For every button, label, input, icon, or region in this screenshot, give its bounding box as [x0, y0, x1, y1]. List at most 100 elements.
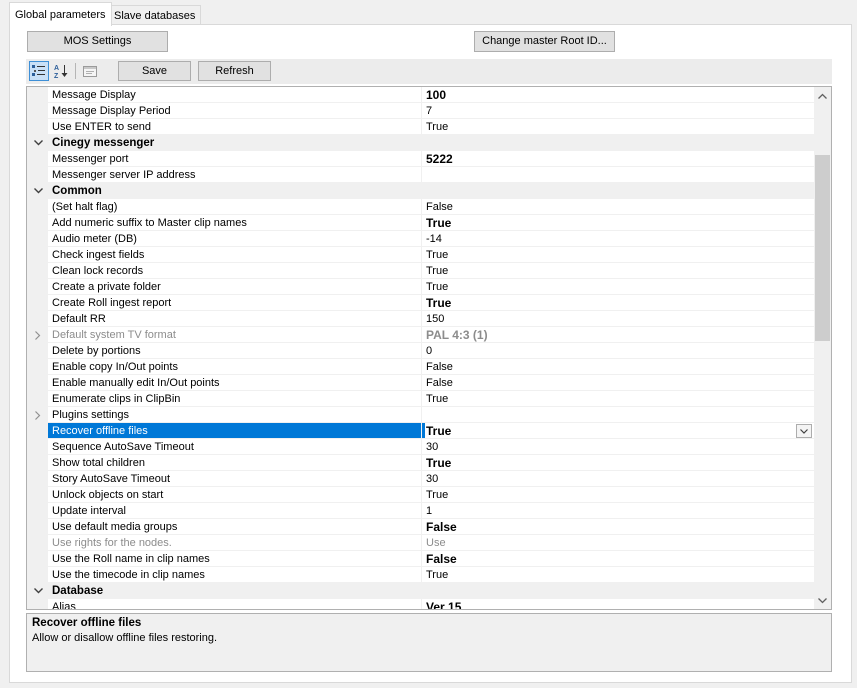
property-name[interactable]: Delete by portions: [48, 343, 425, 359]
property-value[interactable]: False: [421, 519, 820, 535]
property-row[interactable]: Plugins settings: [27, 407, 820, 423]
property-row[interactable]: Audio meter (DB) -14: [27, 231, 820, 247]
property-row[interactable]: Show total children True: [27, 455, 820, 471]
category-row[interactable]: Common: [27, 183, 815, 199]
property-name[interactable]: Show total children: [48, 455, 425, 471]
property-row[interactable]: Enable copy In/Out points False: [27, 359, 820, 375]
category-row[interactable]: Cinegy messenger: [27, 135, 815, 151]
property-row[interactable]: Delete by portions 0: [27, 343, 820, 359]
collapse-chevron-icon[interactable]: [33, 135, 43, 151]
property-value[interactable]: False: [421, 375, 820, 391]
category-row[interactable]: Database: [27, 583, 815, 599]
property-row[interactable]: Enumerate clips in ClipBin True: [27, 391, 820, 407]
property-value[interactable]: True: [421, 391, 820, 407]
property-name[interactable]: Add numeric suffix to Master clip names: [48, 215, 425, 231]
property-name[interactable]: Enable copy In/Out points: [48, 359, 425, 375]
property-value[interactable]: 7: [421, 103, 820, 119]
property-row[interactable]: Default system TV format PAL 4:3 (1): [27, 327, 820, 343]
property-name[interactable]: Audio meter (DB): [48, 231, 425, 247]
property-name[interactable]: Default system TV format: [48, 327, 425, 343]
property-name[interactable]: Recover offline files: [48, 423, 425, 439]
property-value[interactable]: True: [421, 455, 820, 471]
property-name[interactable]: Unlock objects on start: [48, 487, 425, 503]
tab-slave-databases[interactable]: Slave databases: [108, 5, 202, 26]
property-row[interactable]: Use the timecode in clip names True: [27, 567, 820, 583]
tab-global-parameters[interactable]: Global parameters: [9, 2, 112, 26]
property-row[interactable]: Add numeric suffix to Master clip names T…: [27, 215, 820, 231]
property-value[interactable]: True: [421, 487, 820, 503]
save-button[interactable]: Save: [118, 61, 191, 81]
change-master-root-id-button[interactable]: Change master Root ID...: [474, 31, 615, 52]
scroll-down-icon[interactable]: [814, 592, 831, 609]
property-name[interactable]: Alias: [48, 599, 425, 609]
property-name[interactable]: Enumerate clips in ClipBin: [48, 391, 425, 407]
property-name[interactable]: Use default media groups: [48, 519, 425, 535]
property-value[interactable]: True: [421, 567, 820, 583]
property-name[interactable]: Use the timecode in clip names: [48, 567, 425, 583]
property-row[interactable]: Check ingest fields True: [27, 247, 820, 263]
categorized-icon[interactable]: [29, 61, 49, 81]
scrollbar-thumb[interactable]: [815, 155, 830, 341]
property-row[interactable]: Use rights for the nodes. Use: [27, 535, 820, 551]
property-value[interactable]: 0: [421, 343, 820, 359]
expand-chevron-icon[interactable]: [33, 327, 43, 343]
property-value[interactable]: [421, 407, 820, 423]
property-name[interactable]: Check ingest fields: [48, 247, 425, 263]
property-value[interactable]: False: [421, 359, 820, 375]
property-value[interactable]: Ver 15: [421, 599, 820, 609]
property-row[interactable]: (Set halt flag) False: [27, 199, 820, 215]
property-value[interactable]: -14: [421, 231, 820, 247]
property-row[interactable]: Unlock objects on start True: [27, 487, 820, 503]
property-name[interactable]: Story AutoSave Timeout: [48, 471, 425, 487]
property-row[interactable]: Sequence AutoSave Timeout 30: [27, 439, 820, 455]
dropdown-arrow-icon[interactable]: [796, 424, 812, 438]
property-value[interactable]: False: [421, 551, 820, 567]
property-row[interactable]: Clean lock records True: [27, 263, 820, 279]
collapse-chevron-icon[interactable]: [33, 583, 43, 599]
property-value[interactable]: True: [421, 247, 820, 263]
property-name[interactable]: Default RR: [48, 311, 425, 327]
property-row[interactable]: Story AutoSave Timeout 30: [27, 471, 820, 487]
scroll-up-icon[interactable]: [814, 87, 831, 104]
property-row[interactable]: Update interval 1: [27, 503, 820, 519]
property-row[interactable]: Enable manually edit In/Out points False: [27, 375, 820, 391]
property-value[interactable]: True: [421, 279, 820, 295]
refresh-button[interactable]: Refresh: [198, 61, 271, 81]
property-name[interactable]: Use rights for the nodes.: [48, 535, 425, 551]
property-row[interactable]: Use the Roll name in clip names False: [27, 551, 820, 567]
property-name[interactable]: Messenger server IP address: [48, 167, 425, 183]
property-value[interactable]: [421, 167, 820, 183]
property-name[interactable]: Messenger port: [48, 151, 425, 167]
property-row[interactable]: Create Roll ingest report True: [27, 295, 820, 311]
property-value[interactable]: 30: [421, 471, 820, 487]
property-pages-icon[interactable]: [80, 61, 100, 81]
property-value[interactable]: 5222: [421, 151, 820, 167]
property-value[interactable]: 30: [421, 439, 820, 455]
property-row[interactable]: Messenger server IP address: [27, 167, 820, 183]
property-value[interactable]: 1: [421, 503, 820, 519]
expand-chevron-icon[interactable]: [33, 407, 43, 423]
property-value[interactable]: True: [421, 215, 820, 231]
property-value[interactable]: 100: [421, 87, 820, 103]
property-name[interactable]: Plugins settings: [48, 407, 425, 423]
property-name[interactable]: Create Roll ingest report: [48, 295, 425, 311]
property-name[interactable]: Create a private folder: [48, 279, 425, 295]
property-name[interactable]: Enable manually edit In/Out points: [48, 375, 425, 391]
property-value[interactable]: True: [421, 295, 820, 311]
property-value[interactable]: True: [421, 423, 820, 439]
property-name[interactable]: Sequence AutoSave Timeout: [48, 439, 425, 455]
property-row[interactable]: Alias Ver 15: [27, 599, 815, 609]
property-name[interactable]: Message Display: [48, 87, 425, 103]
property-name[interactable]: Message Display Period: [48, 103, 425, 119]
property-name[interactable]: Use ENTER to send: [48, 119, 425, 135]
property-value[interactable]: PAL 4:3 (1): [421, 327, 820, 343]
property-row[interactable]: Use default media groups False: [27, 519, 820, 535]
property-row[interactable]: Use ENTER to send True: [27, 119, 820, 135]
property-name[interactable]: Update interval: [48, 503, 425, 519]
property-row[interactable]: Create a private folder True: [27, 279, 820, 295]
property-value[interactable]: 150: [421, 311, 820, 327]
property-row[interactable]: Recover offline files True: [27, 423, 820, 439]
property-row[interactable]: Messenger port 5222: [27, 151, 820, 167]
property-name[interactable]: Clean lock records: [48, 263, 425, 279]
property-value[interactable]: False: [421, 199, 820, 215]
